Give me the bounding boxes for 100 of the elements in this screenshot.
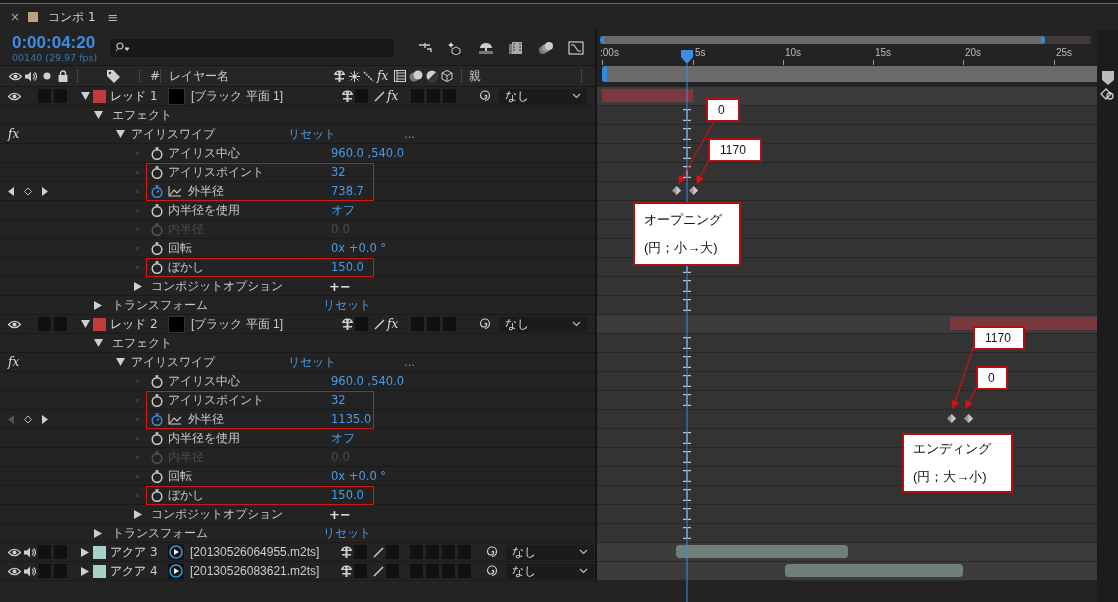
parent-dropdown[interactable]: なし — [499, 316, 587, 332]
stopwatch-icon[interactable] — [151, 393, 163, 407]
property-value[interactable]: 738.7 — [331, 184, 364, 198]
graph-icon[interactable] — [168, 413, 181, 425]
parent-dropdown[interactable]: なし — [499, 88, 587, 104]
stopwatch-icon[interactable] — [151, 260, 163, 274]
cube-icon[interactable] — [441, 70, 453, 82]
parent-dropdown[interactable]: なし — [506, 544, 594, 560]
spiral-icon[interactable] — [486, 565, 498, 577]
motion-blur-icon[interactable] — [538, 40, 554, 55]
speaker-icon[interactable] — [25, 70, 37, 82]
speaker-icon[interactable] — [24, 546, 36, 558]
reset-link[interactable]: リセット — [288, 126, 404, 142]
add-remove-control[interactable]: +− — [329, 506, 351, 522]
spiral-icon[interactable] — [479, 90, 491, 102]
shy-icon[interactable] — [339, 565, 353, 577]
speaker-icon[interactable] — [24, 565, 36, 577]
quality-slash-icon[interactable] — [373, 318, 385, 330]
eye-icon[interactable] — [7, 547, 21, 557]
expand-triangle-icon[interactable] — [93, 111, 103, 119]
graph-editor-icon[interactable] — [568, 40, 584, 55]
keyframe-icon[interactable] — [672, 186, 681, 195]
keyframe-icon[interactable] — [689, 186, 698, 195]
expand-triangle-icon[interactable] — [115, 130, 125, 138]
property-value[interactable]: 0x +0.0 ° — [331, 241, 387, 255]
stopwatch-icon[interactable] — [151, 203, 163, 217]
tag-icon[interactable] — [107, 69, 120, 83]
solo-dot-icon[interactable] — [43, 72, 51, 80]
column-header[interactable]: レイヤー名 — [169, 67, 333, 85]
shy-toggle-icon[interactable] — [478, 40, 494, 55]
motion-blur-icon[interactable] — [409, 70, 423, 82]
collapse-triangle-icon[interactable] — [134, 509, 142, 519]
close-button[interactable]: × — [10, 10, 21, 24]
collapse-triangle-icon[interactable] — [94, 300, 102, 310]
stopwatch-icon[interactable] — [151, 146, 163, 160]
expand-triangle-icon[interactable] — [80, 320, 90, 328]
stopwatch-icon[interactable] — [151, 165, 163, 179]
property-value[interactable]: 960.0 ,540.0 — [331, 374, 405, 388]
keyframe-navigator-icon[interactable] — [8, 414, 48, 424]
reset-link[interactable]: リセット — [323, 297, 371, 313]
quality-slash-icon[interactable] — [373, 90, 385, 102]
expand-triangle-icon[interactable] — [93, 339, 103, 347]
stopwatch-icon[interactable] — [151, 184, 163, 198]
more-options[interactable]: ... — [404, 127, 415, 141]
spiral-icon[interactable] — [486, 546, 498, 558]
shy-icon[interactable] — [339, 546, 353, 558]
lock-icon[interactable] — [58, 70, 68, 82]
spiral-icon[interactable] — [479, 318, 491, 330]
flowchart-icon[interactable] — [418, 40, 434, 55]
tab-title[interactable]: コンポ 1 — [48, 8, 96, 26]
expand-triangle-icon[interactable] — [115, 358, 125, 366]
parent-dropdown[interactable]: なし — [506, 563, 594, 579]
reset-link[interactable]: リセット — [288, 354, 404, 370]
stopwatch-icon[interactable] — [151, 469, 163, 483]
keyframe-icon[interactable] — [964, 414, 973, 423]
timecode[interactable]: 0:00:04:20 — [12, 32, 110, 52]
frame-blend-icon[interactable] — [394, 70, 406, 82]
fx-label: fx — [387, 89, 400, 103]
shy-icon[interactable] — [340, 318, 354, 330]
adjustment-icon[interactable] — [426, 70, 438, 82]
add-remove-control[interactable]: +− — [329, 278, 351, 294]
marker-icon[interactable] — [1101, 71, 1114, 85]
expand-triangle-icon[interactable] — [80, 92, 90, 100]
stopwatch-icon[interactable] — [151, 374, 163, 388]
stopwatch-icon[interactable] — [151, 488, 163, 502]
label-name: レッド — [110, 315, 147, 333]
cube-sparkle-icon[interactable] — [448, 40, 464, 55]
graph-icon[interactable] — [168, 185, 181, 197]
property-name: 内半径を使用 — [168, 201, 240, 219]
search-field[interactable] — [110, 38, 394, 57]
keyframe-icon[interactable] — [947, 414, 956, 423]
reset-link[interactable]: リセット — [323, 525, 371, 541]
shy-icon[interactable] — [333, 70, 346, 82]
quality-icon[interactable] — [363, 70, 374, 82]
property-value[interactable]: 150.0 — [331, 488, 364, 502]
keyframe-navigator-icon[interactable] — [8, 186, 48, 196]
property-value[interactable]: オフ — [331, 202, 355, 218]
property-value[interactable]: 1135.0 — [331, 412, 372, 426]
film-icon[interactable] — [508, 40, 524, 55]
property-value[interactable]: 150.0 — [331, 260, 364, 274]
shy-icon[interactable] — [340, 90, 354, 102]
property-value[interactable]: 32 — [331, 165, 346, 179]
menu-button[interactable]: ≡ — [107, 9, 119, 25]
property-value[interactable]: 0x +0.0 ° — [331, 469, 387, 483]
property-value[interactable]: 960.0 ,540.0 — [331, 146, 405, 160]
stopwatch-icon[interactable] — [151, 431, 163, 445]
more-options[interactable]: ... — [404, 355, 415, 369]
eye-icon[interactable] — [8, 71, 22, 81]
property-value[interactable]: オフ — [331, 430, 355, 446]
collapse-sun-icon[interactable] — [349, 70, 360, 82]
property-value[interactable]: 32 — [331, 393, 346, 407]
caret-icon — [579, 568, 588, 574]
eye-icon[interactable] — [7, 91, 21, 101]
eye-icon[interactable] — [7, 319, 21, 329]
quality-slash-icon[interactable] — [372, 565, 384, 577]
stopwatch-icon[interactable] — [151, 241, 163, 255]
stopwatch-icon[interactable] — [151, 412, 163, 426]
eye-icon[interactable] — [7, 566, 21, 576]
collapse-triangle-icon[interactable] — [134, 281, 142, 291]
quality-slash-icon[interactable] — [372, 546, 384, 558]
